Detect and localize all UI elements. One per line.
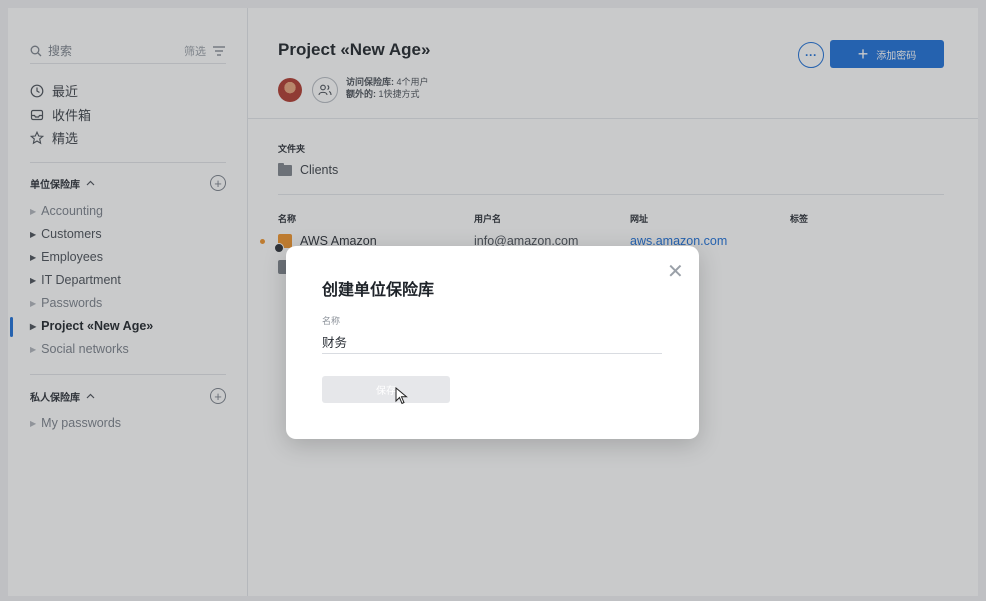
create-vault-dialog: 创建单位保险库 ✕ 名称 保存	[286, 246, 699, 439]
dialog-title: 创建单位保险库	[322, 282, 435, 299]
vault-name-input[interactable]	[322, 330, 662, 354]
save-button[interactable]: 保存	[322, 376, 450, 403]
close-icon[interactable]: ✕	[667, 262, 684, 282]
name-field-label: 名称	[322, 316, 341, 326]
cursor-icon	[395, 387, 408, 405]
